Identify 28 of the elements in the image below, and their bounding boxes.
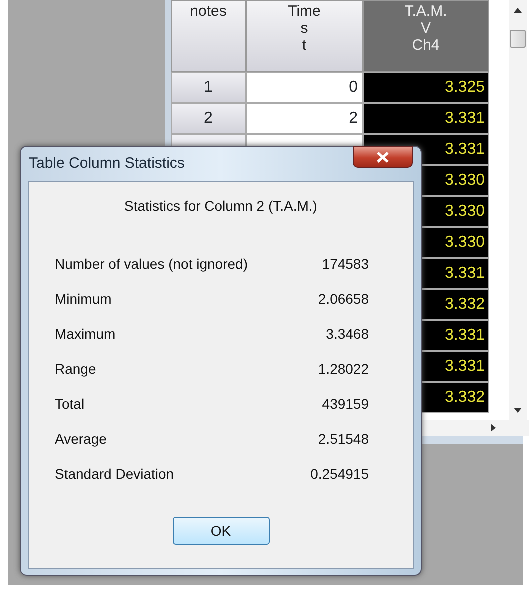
dialog-title: Table Column Statistics (29, 155, 185, 172)
stat-label: Average (55, 430, 107, 449)
column-header[interactable]: T.A.M. V Ch4 (363, 0, 489, 72)
column-header[interactable]: Time s t (246, 0, 363, 72)
table-cell: 0 (246, 72, 363, 103)
stat-label: Minimum (55, 290, 112, 309)
table-cell: 2 (246, 103, 363, 134)
vertical-scrollbar[interactable] (509, 0, 527, 420)
stat-label: Number of values (not ignored) (55, 255, 248, 274)
scroll-thumb[interactable] (510, 30, 526, 48)
column-header[interactable]: notes (171, 0, 246, 72)
scroll-up-icon[interactable] (514, 8, 522, 13)
close-icon (377, 152, 389, 163)
stat-label: Maximum (55, 325, 116, 344)
ok-button[interactable]: OK (172, 517, 270, 545)
row-header[interactable]: 1 (171, 72, 246, 103)
table-cell: 3.331 (363, 103, 489, 134)
scroll-down-icon[interactable] (514, 408, 522, 413)
stat-label: Range (55, 360, 96, 379)
scroll-right-icon[interactable] (491, 424, 496, 432)
stats-heading: Statistics for Column 2 (T.A.M.) (124, 197, 318, 216)
row-header[interactable]: 2 (171, 103, 246, 134)
close-button[interactable] (353, 146, 413, 168)
stat-value: 2.51548 (318, 430, 369, 449)
stat-label: Standard Deviation (55, 465, 174, 484)
stat-value: 0.254915 (310, 465, 369, 484)
stat-label: Total (55, 395, 85, 414)
table-cell: 3.325 (363, 72, 489, 103)
